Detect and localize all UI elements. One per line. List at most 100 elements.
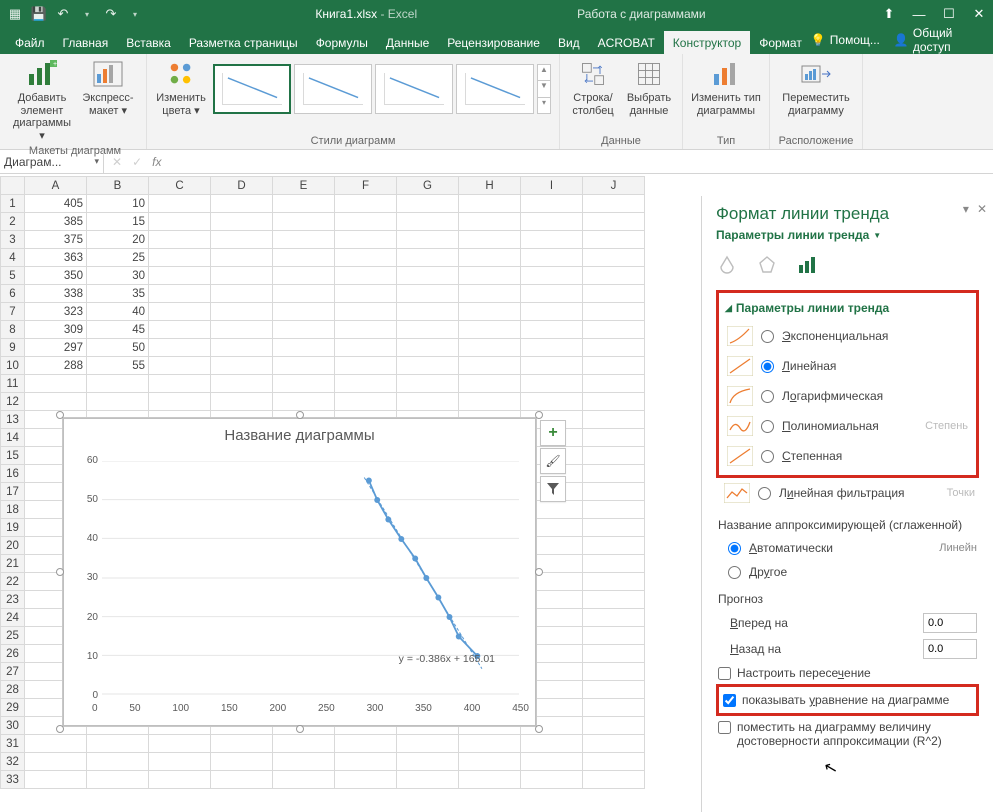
- auto-name-value: Линейн: [939, 542, 977, 554]
- forecast-forward-input[interactable]: [923, 613, 977, 633]
- tab-formulas[interactable]: Формулы: [307, 31, 377, 54]
- pane-title: Формат линии тренда: [702, 196, 993, 228]
- cancel-icon[interactable]: ✕: [112, 155, 122, 169]
- table-row[interactable]: 830945: [1, 321, 645, 339]
- table-row[interactable]: 33: [1, 771, 645, 789]
- pane-category-icons: [702, 250, 993, 286]
- tab-layout[interactable]: Разметка страницы: [180, 31, 307, 54]
- undo-icon[interactable]: ↶: [52, 3, 74, 25]
- fx-icon[interactable]: fx: [152, 155, 161, 169]
- table-row[interactable]: 32: [1, 753, 645, 771]
- option-power[interactable]: Степенная: [725, 441, 970, 471]
- formula-input[interactable]: [184, 150, 993, 173]
- quick-layout-button[interactable]: Экспресс-макет ▾: [78, 58, 138, 117]
- style-thumb-3[interactable]: [375, 64, 453, 114]
- forecast-backward-row: Назад на: [716, 636, 979, 662]
- table-row[interactable]: 929750: [1, 339, 645, 357]
- table-row[interactable]: 436325: [1, 249, 645, 267]
- pane-close-icon[interactable]: ✕: [977, 202, 987, 216]
- table-row[interactable]: 732340: [1, 303, 645, 321]
- fill-line-icon[interactable]: [716, 254, 738, 276]
- pane-subtitle[interactable]: Параметры линии тренда▼: [702, 228, 993, 250]
- group-data-label: Данные: [601, 133, 641, 148]
- move-chart-button[interactable]: Переместить диаграмму: [778, 58, 854, 117]
- option-polynomial[interactable]: Полиномиальная Степень: [725, 411, 970, 441]
- share-button[interactable]: 👤Общий доступ: [894, 26, 983, 54]
- change-colors-button[interactable]: Изменить цвета ▾: [155, 58, 207, 117]
- switch-row-column-button[interactable]: Строка/столбец: [568, 58, 618, 117]
- select-data-button[interactable]: Выбрать данные: [624, 58, 674, 117]
- chart-tools-label: Работа с диаграммами: [577, 7, 706, 21]
- show-r2-checkbox[interactable]: поместить на диаграмму величину достовер…: [716, 716, 979, 752]
- style-thumb-2[interactable]: [294, 64, 372, 114]
- chart-styles-gallery[interactable]: ▲ ▼ ▾: [213, 58, 551, 114]
- close-icon[interactable]: ✕: [965, 3, 993, 25]
- style-thumb-4[interactable]: [456, 64, 534, 114]
- table-row[interactable]: 11: [1, 375, 645, 393]
- chart-side-buttons: + 🖌: [540, 420, 566, 502]
- chart-elements-button[interactable]: +: [540, 420, 566, 446]
- option-exponential[interactable]: Экспоненциальная: [725, 321, 970, 351]
- chart-series[interactable]: [366, 477, 480, 659]
- undo-dropdown-icon[interactable]: ▾: [76, 3, 98, 25]
- group-type: Изменить тип диаграммы Тип: [683, 54, 770, 149]
- tab-insert[interactable]: Вставка: [117, 31, 180, 54]
- name-auto-option[interactable]: Автоматически Линейн: [716, 536, 979, 560]
- minimize-icon[interactable]: —: [905, 3, 933, 25]
- chart-title[interactable]: Название диаграммы: [64, 419, 535, 444]
- column-headers[interactable]: AB CD EF GH IJ: [1, 177, 645, 195]
- table-row[interactable]: 337520: [1, 231, 645, 249]
- redo-icon[interactable]: ↷: [100, 3, 122, 25]
- pane-dropdown-icon[interactable]: ▾: [963, 202, 969, 216]
- tab-format[interactable]: Формат: [750, 31, 811, 54]
- embedded-chart[interactable]: Название диаграммы 6050403020100 0501001…: [63, 418, 536, 726]
- tab-view[interactable]: Вид: [549, 31, 589, 54]
- name-other-option[interactable]: Другое: [716, 560, 979, 584]
- save-icon[interactable]: 💾: [28, 3, 50, 25]
- excel-icon: ▦: [4, 3, 26, 25]
- chevron-down-icon[interactable]: ▾: [94, 156, 99, 167]
- tab-design[interactable]: Конструктор: [664, 31, 750, 54]
- style-thumb-1[interactable]: [213, 64, 291, 114]
- styles-scroll[interactable]: ▲ ▼ ▾: [537, 64, 551, 114]
- show-equation-checkbox[interactable]: показывать уравнение на диаграмме: [716, 684, 979, 716]
- tab-review[interactable]: Рецензирование: [438, 31, 549, 54]
- option-logarithmic[interactable]: Логарифмическая: [725, 381, 970, 411]
- table-row[interactable]: 238515: [1, 213, 645, 231]
- table-row[interactable]: 633835: [1, 285, 645, 303]
- table-row[interactable]: 140510: [1, 195, 645, 213]
- enter-icon[interactable]: ✓: [132, 155, 142, 169]
- tell-me[interactable]: 💡Помощ...: [811, 33, 880, 47]
- trendline-options-header[interactable]: ◢Параметры линии тренда: [725, 301, 970, 315]
- chart-styles-button[interactable]: 🖌: [540, 448, 566, 474]
- chart-equation-label[interactable]: y = -0.386x + 165.01: [399, 653, 495, 665]
- option-linear[interactable]: Линейная: [725, 351, 970, 381]
- formula-buttons: ✕ ✓ fx: [104, 155, 184, 169]
- group-styles-label: Стили диаграмм: [311, 133, 396, 148]
- tab-acrobat[interactable]: ACROBAT: [589, 31, 664, 54]
- option-moving-average[interactable]: Линейная фильтрация Точки: [716, 478, 979, 508]
- lightbulb-icon: 💡: [811, 33, 826, 47]
- tab-data[interactable]: Данные: [377, 31, 438, 54]
- chart-filters-button[interactable]: [540, 476, 566, 502]
- trendline-options-icon[interactable]: [796, 254, 818, 276]
- table-row[interactable]: 12: [1, 393, 645, 411]
- add-chart-element-button[interactable]: + Добавить элемент диаграммы ▾: [12, 58, 72, 143]
- qat-customize-icon[interactable]: ▾: [124, 3, 146, 25]
- table-row[interactable]: 31: [1, 735, 645, 753]
- forecast-backward-input[interactable]: [923, 639, 977, 659]
- formula-bar: Диаграм...▾ ✕ ✓ fx: [0, 150, 993, 174]
- ribbon-options-icon[interactable]: ⬆: [875, 3, 903, 25]
- name-box[interactable]: Диаграм...▾: [0, 150, 104, 173]
- trendline-name-header: Название аппроксимирующей (сглаженной): [716, 514, 979, 536]
- set-intercept-checkbox[interactable]: Настроить пересечение: [716, 662, 979, 684]
- table-row[interactable]: 535030: [1, 267, 645, 285]
- change-chart-type-button[interactable]: Изменить тип диаграммы: [691, 58, 761, 117]
- polynomial-order-label: Степень: [925, 420, 968, 432]
- trendline[interactable]: [364, 477, 482, 668]
- effects-icon[interactable]: [756, 254, 778, 276]
- tab-home[interactable]: Главная: [54, 31, 118, 54]
- maximize-icon[interactable]: ☐: [935, 3, 963, 25]
- tab-file[interactable]: Файл: [6, 31, 54, 54]
- table-row[interactable]: 1028855: [1, 357, 645, 375]
